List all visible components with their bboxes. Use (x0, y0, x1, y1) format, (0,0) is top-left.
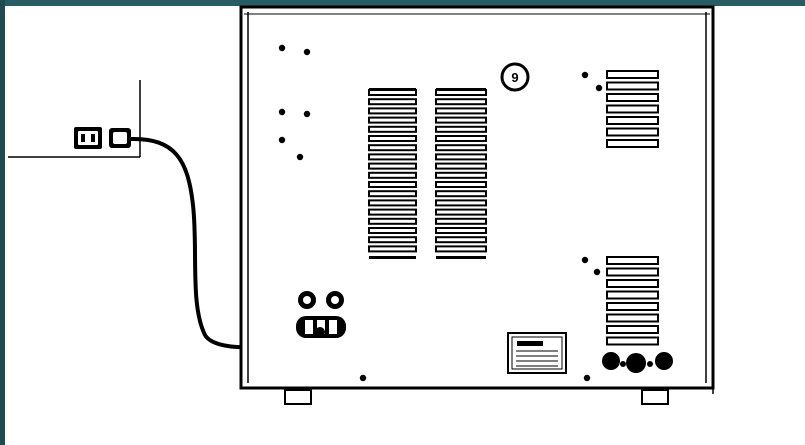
vent-slat (368, 171, 417, 179)
vent-slat (368, 245, 417, 253)
vent-slat (368, 144, 417, 152)
vent-slat (435, 107, 487, 115)
vent-slat (435, 135, 487, 142)
vent-slat (435, 171, 487, 179)
vent-base (436, 256, 486, 259)
vent-slat (435, 153, 487, 161)
vent-slat (435, 98, 487, 106)
card-slot (606, 336, 659, 346)
left-border (0, 0, 5, 445)
ventilation-grille-right (435, 88, 487, 259)
card-slot (606, 81, 659, 91)
vent-slat (368, 217, 417, 225)
ventilation-grille-left (368, 88, 417, 259)
card-slot (606, 256, 659, 265)
vent-slat (368, 190, 417, 198)
vent-slat (435, 116, 487, 124)
diagram-stage: 9 (0, 0, 805, 445)
callout-label: 9 (511, 70, 518, 85)
vent-slat (435, 125, 487, 133)
card-slot (606, 127, 659, 137)
vent-slat (368, 208, 417, 216)
vent-slat (368, 125, 417, 133)
card-slot (606, 325, 659, 334)
vent-slat (368, 107, 417, 115)
vent-slat (435, 199, 487, 207)
vent-slat (435, 236, 487, 244)
vent-slat (435, 227, 487, 234)
vent-slat (435, 181, 487, 188)
vent-slat (368, 162, 417, 170)
vent-slat (368, 135, 417, 142)
wall-outlet-icon (74, 127, 102, 149)
vent-slat (435, 245, 487, 253)
top-border-accent (0, 0, 805, 6)
card-slot (606, 313, 659, 323)
rear-panel-diagram: 9 (0, 0, 805, 445)
unit-feet (284, 389, 669, 405)
vent-slat (435, 208, 487, 216)
callout-marker: 9 (500, 62, 530, 92)
vent-slat (368, 153, 417, 161)
vent-slat (368, 181, 417, 188)
vent-slat (368, 227, 417, 234)
card-slot (606, 290, 659, 300)
power-inlet-icon (296, 316, 346, 338)
vent-base (369, 256, 416, 259)
vent-cap (369, 88, 416, 91)
card-slot (606, 93, 659, 102)
card-slots-upper (606, 70, 659, 148)
vent-slat (435, 217, 487, 225)
vent-slat (368, 199, 417, 207)
label-plate (507, 332, 567, 374)
power-plug-icon (109, 128, 131, 148)
card-slot (606, 70, 659, 79)
vent-slat (368, 236, 417, 244)
vent-slat (435, 162, 487, 170)
vent-slat (368, 116, 417, 124)
vent-cap (436, 88, 486, 91)
vent-slat (435, 144, 487, 152)
card-slot (606, 104, 659, 114)
vent-slat (435, 190, 487, 198)
vent-slat (368, 98, 417, 106)
card-slot (606, 116, 659, 125)
card-slot (606, 139, 659, 148)
card-slot (606, 302, 659, 311)
card-slot (606, 279, 659, 288)
card-slot (606, 267, 659, 277)
